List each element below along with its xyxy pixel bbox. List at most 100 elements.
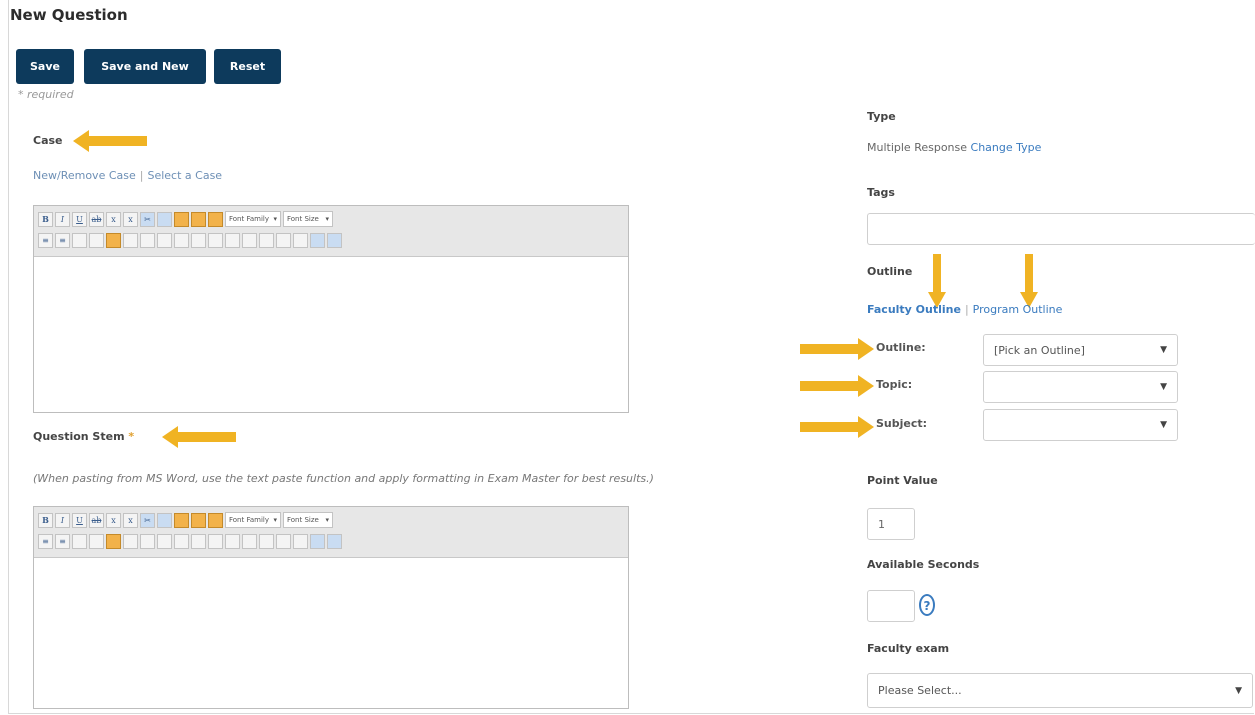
bullet-list-icon[interactable]: ≡ (38, 233, 53, 248)
paste-word-icon[interactable] (208, 512, 223, 528)
paste-icon[interactable] (174, 211, 189, 227)
faculty-exam-label: Faculty exam (867, 642, 950, 655)
tags-label: Tags (867, 186, 895, 199)
chevron-down-icon: ▼ (1235, 685, 1242, 696)
question-stem-editor[interactable]: B I U ab x x ✂ Font Family ▾ Font Size ▾ ≡… (33, 506, 629, 709)
spellcheck-icon[interactable] (310, 233, 325, 248)
bold-icon[interactable]: B (38, 512, 53, 528)
annotation-arrow-icon (800, 416, 874, 438)
faculty-exam-select[interactable]: Please Select... ▼ (867, 673, 1253, 708)
case-links: New/Remove Case | Select a Case (33, 169, 223, 182)
italic-icon[interactable]: I (55, 211, 70, 227)
outdent-icon[interactable] (72, 534, 87, 549)
align-left-icon[interactable] (140, 233, 155, 248)
align-center-icon[interactable] (157, 233, 172, 248)
available-seconds-label: Available Seconds (867, 558, 980, 571)
cut-icon[interactable]: ✂ (140, 512, 155, 528)
case-editor[interactable]: B I U ab x x ✂ Font Family ▾ Font Size ▾ ≡… (33, 205, 629, 413)
align-left-icon[interactable] (140, 534, 155, 549)
table-icon[interactable] (259, 233, 274, 248)
eraser-icon[interactable] (123, 233, 138, 248)
type-value: Multiple Response Change Type (867, 141, 1042, 154)
link-icon[interactable] (208, 534, 223, 549)
outline-links: Faculty Outline | Program Outline (867, 303, 1063, 316)
subject-label: Subject: (876, 417, 928, 430)
chevron-down-icon: ▼ (1160, 382, 1167, 392)
numbered-list-icon[interactable]: ≡ (55, 233, 70, 248)
underline-icon[interactable]: U (72, 512, 87, 528)
annotation-arrow-icon (928, 254, 946, 308)
annotation-arrow-icon (1020, 254, 1038, 308)
align-justify-icon[interactable] (191, 534, 206, 549)
paste-text-icon[interactable] (191, 211, 206, 227)
font-family-select[interactable]: Font Family ▾ (225, 211, 281, 227)
subscript-icon[interactable]: x (106, 211, 121, 227)
link-icon[interactable] (208, 233, 223, 248)
highlight-icon[interactable] (106, 233, 121, 248)
paste-word-icon[interactable] (208, 211, 223, 227)
chevron-down-icon: ▼ (1160, 420, 1167, 430)
special-char-icon[interactable] (276, 534, 291, 549)
align-justify-icon[interactable] (191, 233, 206, 248)
outdent-icon[interactable] (72, 233, 87, 248)
underline-icon[interactable]: U (72, 211, 87, 227)
font-size-select[interactable]: Font Size ▾ (283, 512, 333, 528)
bold-icon[interactable]: B (38, 211, 53, 227)
point-value-input[interactable]: 1 (867, 508, 915, 540)
available-seconds-input[interactable] (867, 590, 915, 622)
superscript-icon[interactable]: x (123, 211, 138, 227)
topic-select[interactable]: ▼ (983, 371, 1178, 403)
paste-icon[interactable] (174, 512, 189, 528)
font-family-select[interactable]: Font Family ▾ (225, 512, 281, 528)
type-label: Type (867, 110, 896, 123)
new-remove-case-link[interactable]: New/Remove Case (33, 169, 136, 182)
program-outline-link[interactable]: Program Outline (973, 303, 1063, 316)
font-size-select[interactable]: Font Size ▾ (283, 211, 333, 227)
unlink-icon[interactable] (225, 534, 240, 549)
numbered-list-icon[interactable]: ≡ (55, 534, 70, 549)
help-editor-icon[interactable] (327, 534, 342, 549)
copy-icon[interactable] (157, 211, 172, 227)
highlight-icon[interactable] (106, 534, 121, 549)
change-type-link[interactable]: Change Type (971, 141, 1042, 154)
outline-select[interactable]: [Pick an Outline] ▼ (983, 334, 1178, 366)
table-icon[interactable] (259, 534, 274, 549)
save-and-new-button[interactable]: Save and New (84, 49, 206, 84)
spellcheck-icon[interactable] (310, 534, 325, 549)
strikethrough-icon[interactable]: ab (89, 512, 104, 528)
indent-icon[interactable] (89, 233, 104, 248)
superscript-icon[interactable]: x (123, 512, 138, 528)
question-circle-icon[interactable]: ? (919, 594, 935, 616)
annotation-arrow-icon (800, 375, 874, 397)
eraser-icon[interactable] (123, 534, 138, 549)
special-char-icon[interactable] (276, 233, 291, 248)
annotation-arrow-icon (800, 338, 874, 360)
bullet-list-icon[interactable]: ≡ (38, 534, 53, 549)
paste-text-icon[interactable] (191, 512, 206, 528)
strikethrough-icon[interactable]: ab (89, 211, 104, 227)
image-icon[interactable] (242, 233, 257, 248)
faculty-outline-link[interactable]: Faculty Outline (867, 303, 961, 316)
reset-button[interactable]: Reset (214, 49, 281, 84)
align-center-icon[interactable] (157, 534, 172, 549)
help-editor-icon[interactable] (327, 233, 342, 248)
preview-icon[interactable] (293, 233, 308, 248)
select-case-link[interactable]: Select a Case (147, 169, 222, 182)
align-right-icon[interactable] (174, 534, 189, 549)
unlink-icon[interactable] (225, 233, 240, 248)
image-icon[interactable] (242, 534, 257, 549)
align-right-icon[interactable] (174, 233, 189, 248)
required-note: * required (18, 88, 74, 101)
subject-select[interactable]: ▼ (983, 409, 1178, 441)
indent-icon[interactable] (89, 534, 104, 549)
outline-label: Outline (867, 265, 913, 278)
save-button[interactable]: Save (16, 49, 74, 84)
cut-icon[interactable]: ✂ (140, 211, 155, 227)
chevron-down-icon: ▼ (1160, 345, 1167, 355)
italic-icon[interactable]: I (55, 512, 70, 528)
preview-icon[interactable] (293, 534, 308, 549)
annotation-arrow-icon (162, 426, 236, 448)
subscript-icon[interactable]: x (106, 512, 121, 528)
copy-icon[interactable] (157, 512, 172, 528)
tags-input[interactable] (867, 213, 1255, 245)
